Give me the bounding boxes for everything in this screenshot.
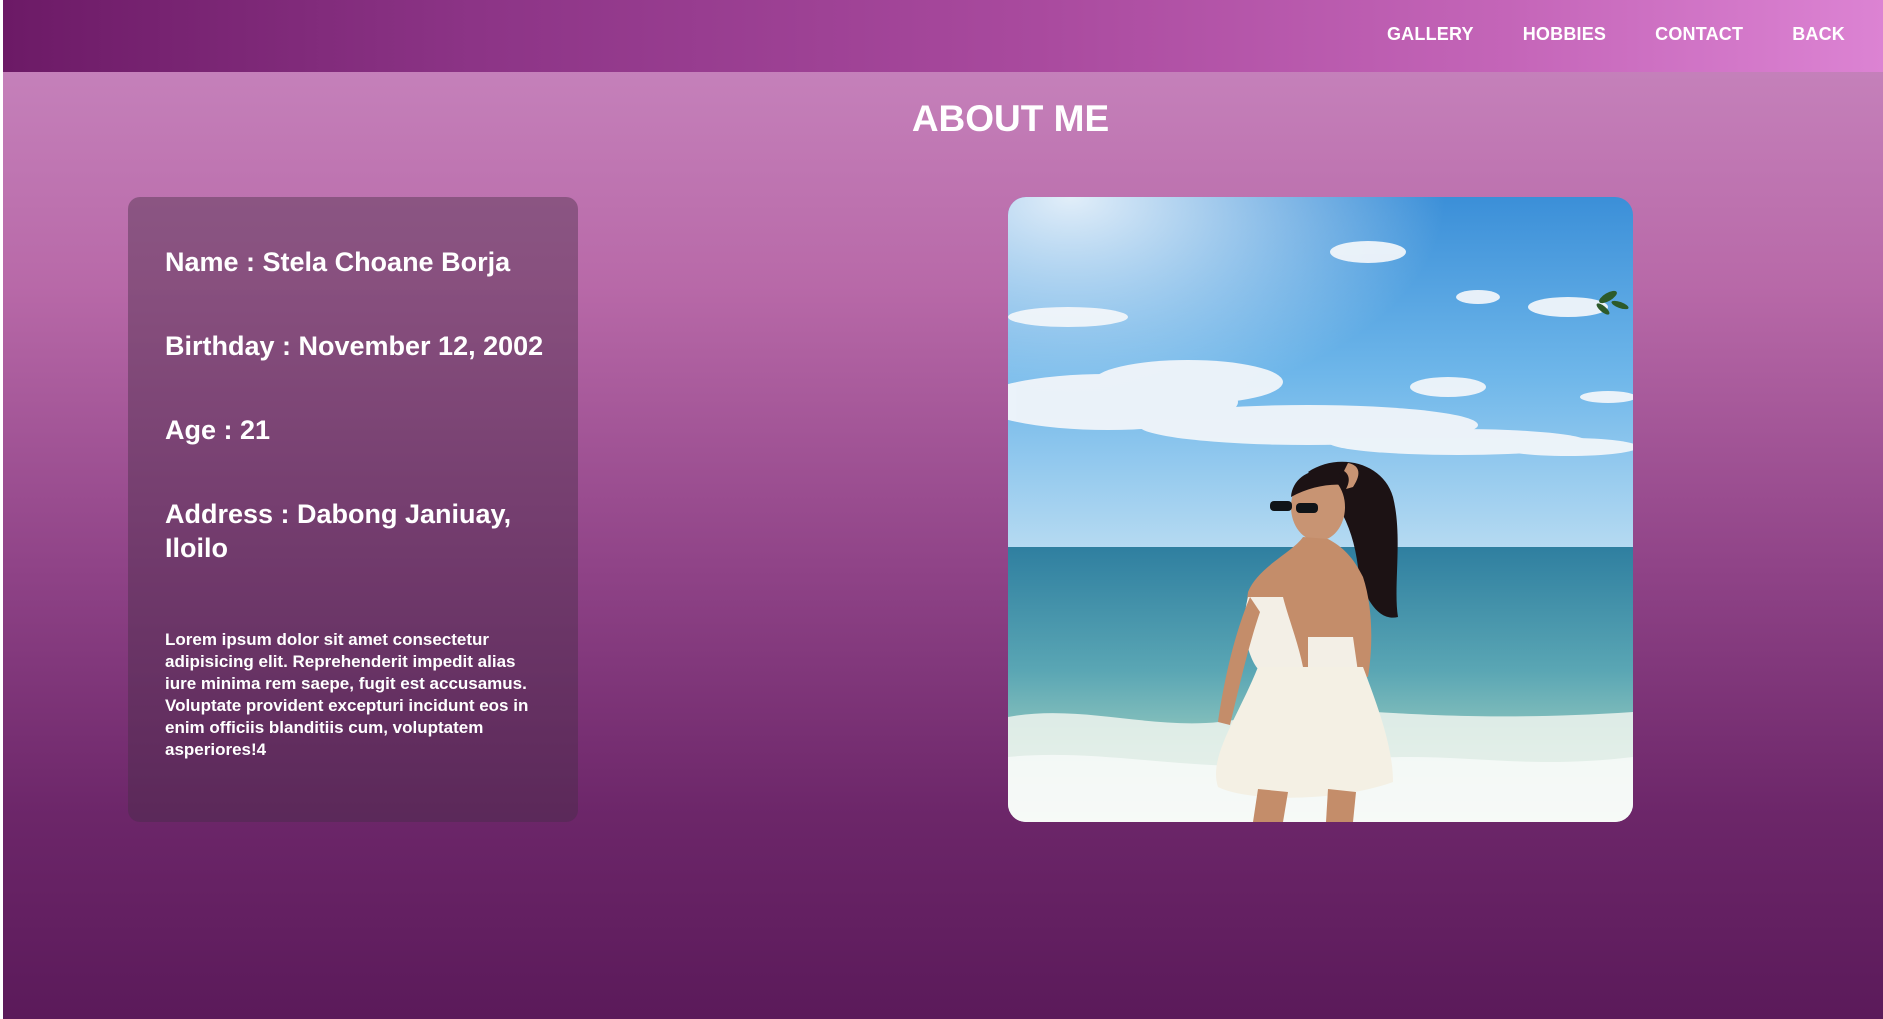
- navbar: GALLERY HOBBIES CONTACT BACK: [3, 0, 1883, 72]
- info-name: Name : Stela Choane Borja: [165, 247, 511, 277]
- profile-photo: [1008, 197, 1633, 822]
- beach-photo-icon: [1008, 197, 1633, 822]
- nav-link-back[interactable]: BACK: [1792, 24, 1845, 45]
- nav-link-gallery[interactable]: GALLERY: [1387, 24, 1474, 45]
- nav-link-hobbies[interactable]: HOBBIES: [1523, 24, 1606, 45]
- info-paragraph: Lorem ipsum dolor sit amet consectetur a…: [165, 630, 529, 759]
- info-age: Age : 21: [165, 415, 271, 445]
- info-card: Name : Stela Choane Borja Birthday : Nov…: [128, 197, 578, 822]
- info-address: Address : Dabong Janiuay, Iloilo: [165, 499, 512, 563]
- nav-link-contact[interactable]: CONTACT: [1655, 24, 1743, 45]
- nav-links: GALLERY HOBBIES CONTACT BACK: [1387, 0, 1845, 68]
- page-background: GALLERY HOBBIES CONTACT BACK ABOUT ME Na…: [3, 0, 1883, 1019]
- page-title: ABOUT ME: [911, 98, 1110, 139]
- info-birthday: Birthday : November 12, 2002: [165, 331, 544, 361]
